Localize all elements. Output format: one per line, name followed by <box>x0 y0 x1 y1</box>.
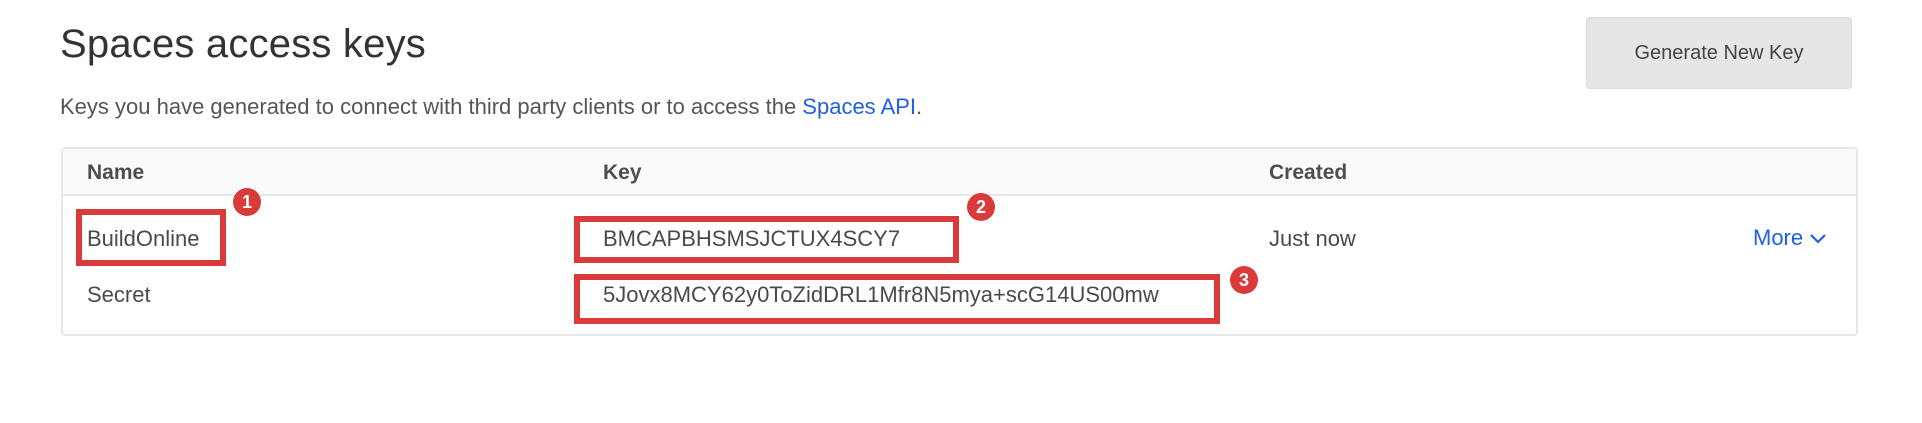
subtitle-text: Keys you have generated to connect with … <box>60 94 803 119</box>
page-subtitle: Keys you have generated to connect with … <box>60 94 922 120</box>
column-header-created: Created <box>1269 161 1348 184</box>
annotation-box-secret <box>574 274 1220 324</box>
annotation-badge-1: 1 <box>233 188 261 216</box>
key-created: Just now <box>1269 226 1356 251</box>
secret-label: Secret <box>87 282 151 307</box>
chevron-down-icon <box>1810 234 1826 244</box>
annotation-box-name <box>76 209 226 266</box>
generate-new-key-button[interactable]: Generate New Key <box>1586 17 1852 89</box>
page-title: Spaces access keys <box>60 22 426 66</box>
column-header-name: Name <box>87 161 145 184</box>
spaces-access-keys-page: Spaces access keys Keys you have generat… <box>0 0 1922 423</box>
more-dropdown[interactable]: More <box>1753 225 1827 251</box>
annotation-box-key <box>574 216 959 263</box>
more-label: More <box>1753 225 1804 250</box>
spaces-api-link[interactable]: Spaces API <box>802 94 916 119</box>
annotation-badge-3: 3 <box>1230 266 1258 294</box>
annotation-badge-2: 2 <box>967 193 995 221</box>
column-header-key: Key <box>603 161 642 184</box>
subtitle-period: . <box>916 94 923 119</box>
table-header: Name Key Created <box>63 149 1856 196</box>
